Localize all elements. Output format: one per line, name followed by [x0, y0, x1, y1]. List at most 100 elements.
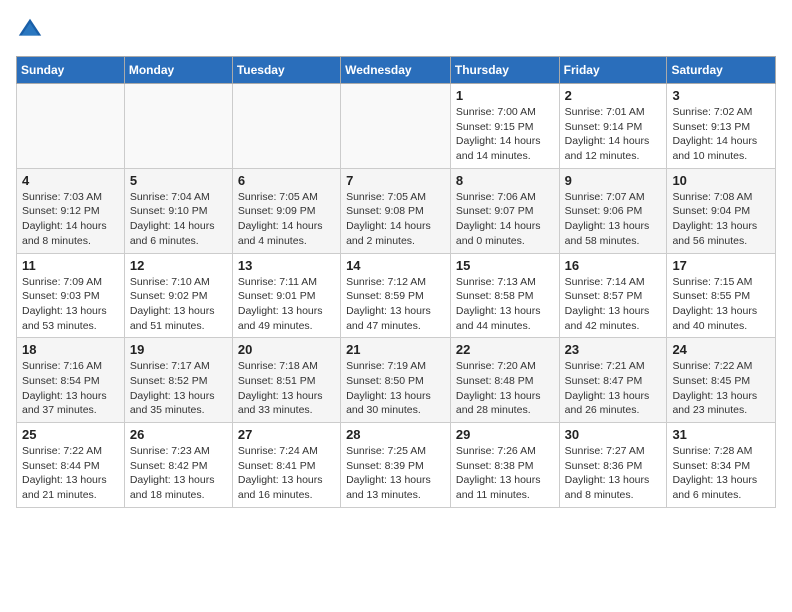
day-number: 23 [565, 342, 662, 357]
logo-icon [16, 16, 44, 44]
day-number: 20 [238, 342, 335, 357]
day-number: 29 [456, 427, 554, 442]
day-cell: 4Sunrise: 7:03 AM Sunset: 9:12 PM Daylig… [17, 168, 125, 253]
day-info: Sunrise: 7:06 AM Sunset: 9:07 PM Dayligh… [456, 190, 554, 249]
column-header-tuesday: Tuesday [232, 57, 340, 84]
day-number: 8 [456, 173, 554, 188]
day-cell [17, 84, 125, 169]
day-cell: 19 Sunrise: 7:17 AM Sunset: 8:52 PM Dayli… [124, 338, 232, 423]
column-header-monday: Monday [124, 57, 232, 84]
day-number: 19 [130, 342, 227, 357]
day-info: Sunrise: 7:20 AM Sunset: 8:48 PM Dayligh… [456, 359, 554, 418]
day-number: 25 [22, 427, 119, 442]
day-number: 9 [565, 173, 662, 188]
week-row-4: 18Sunrise: 7:16 AM Sunset: 8:54 PM Dayli… [17, 338, 776, 423]
day-cell: 31Sunrise: 7:28 AM Sunset: 8:34 PM Dayli… [667, 423, 776, 508]
day-cell: 15 Sunrise: 7:13 AM Sunset: 8:58 PM Dayli… [450, 253, 559, 338]
day-cell: 8 Sunrise: 7:06 AM Sunset: 9:07 PM Daylig… [450, 168, 559, 253]
day-number: 18 [22, 342, 119, 357]
day-cell: 14 Sunrise: 7:12 AM Sunset: 8:59 PM Dayli… [341, 253, 451, 338]
column-header-wednesday: Wednesday [341, 57, 451, 84]
day-number: 2 [565, 88, 662, 103]
week-row-2: 4Sunrise: 7:03 AM Sunset: 9:12 PM Daylig… [17, 168, 776, 253]
day-cell: 6 Sunrise: 7:05 AM Sunset: 9:09 PM Daylig… [232, 168, 340, 253]
logo [16, 16, 48, 44]
day-info: Sunrise: 7:28 AM Sunset: 8:34 PM Dayligh… [672, 444, 770, 503]
day-number: 22 [456, 342, 554, 357]
day-cell: 3Sunrise: 7:02 AM Sunset: 9:13 PM Daylig… [667, 84, 776, 169]
day-info: Sunrise: 7:17 AM Sunset: 8:52 PM Dayligh… [130, 359, 227, 418]
day-info: Sunrise: 7:05 AM Sunset: 9:09 PM Dayligh… [238, 190, 335, 249]
day-cell: 22 Sunrise: 7:20 AM Sunset: 8:48 PM Dayli… [450, 338, 559, 423]
day-cell: 5Sunrise: 7:04 AM Sunset: 9:10 PM Daylig… [124, 168, 232, 253]
day-cell [124, 84, 232, 169]
day-cell: 9 Sunrise: 7:07 AM Sunset: 9:06 PM Daylig… [559, 168, 667, 253]
day-number: 16 [565, 258, 662, 273]
day-number: 5 [130, 173, 227, 188]
column-header-saturday: Saturday [667, 57, 776, 84]
week-row-5: 25 Sunrise: 7:22 AM Sunset: 8:44 PM Dayli… [17, 423, 776, 508]
day-info: Sunrise: 7:22 AM Sunset: 8:45 PM Dayligh… [672, 359, 770, 418]
day-info: Sunrise: 7:00 AM Sunset: 9:15 PM Dayligh… [456, 105, 554, 164]
day-number: 13 [238, 258, 335, 273]
day-number: 10 [672, 173, 770, 188]
day-info: Sunrise: 7:07 AM Sunset: 9:06 PM Dayligh… [565, 190, 662, 249]
column-header-thursday: Thursday [450, 57, 559, 84]
day-number: 30 [565, 427, 662, 442]
day-number: 12 [130, 258, 227, 273]
day-cell: 25 Sunrise: 7:22 AM Sunset: 8:44 PM Dayli… [17, 423, 125, 508]
day-info: Sunrise: 7:22 AM Sunset: 8:44 PM Dayligh… [22, 444, 119, 503]
day-cell: 11 Sunrise: 7:09 AM Sunset: 9:03 PM Dayli… [17, 253, 125, 338]
day-info: Sunrise: 7:25 AM Sunset: 8:39 PM Dayligh… [346, 444, 445, 503]
day-info: Sunrise: 7:24 AM Sunset: 8:41 PM Dayligh… [238, 444, 335, 503]
day-info: Sunrise: 7:12 AM Sunset: 8:59 PM Dayligh… [346, 275, 445, 334]
day-cell: 12 Sunrise: 7:10 AM Sunset: 9:02 PM Dayli… [124, 253, 232, 338]
day-info: Sunrise: 7:11 AM Sunset: 9:01 PM Dayligh… [238, 275, 335, 334]
day-cell: 2 Sunrise: 7:01 AM Sunset: 9:14 PM Daylig… [559, 84, 667, 169]
page-header [16, 16, 776, 44]
day-number: 4 [22, 173, 119, 188]
week-row-3: 11 Sunrise: 7:09 AM Sunset: 9:03 PM Dayli… [17, 253, 776, 338]
day-info: Sunrise: 7:01 AM Sunset: 9:14 PM Dayligh… [565, 105, 662, 164]
day-cell: 24Sunrise: 7:22 AM Sunset: 8:45 PM Dayli… [667, 338, 776, 423]
day-cell: 13 Sunrise: 7:11 AM Sunset: 9:01 PM Dayli… [232, 253, 340, 338]
day-cell [341, 84, 451, 169]
header-row: SundayMondayTuesdayWednesdayThursdayFrid… [17, 57, 776, 84]
day-number: 17 [672, 258, 770, 273]
day-number: 26 [130, 427, 227, 442]
calendar-table: SundayMondayTuesdayWednesdayThursdayFrid… [16, 56, 776, 508]
day-cell: 29Sunrise: 7:26 AM Sunset: 8:38 PM Dayli… [450, 423, 559, 508]
day-info: Sunrise: 7:23 AM Sunset: 8:42 PM Dayligh… [130, 444, 227, 503]
day-number: 27 [238, 427, 335, 442]
day-cell: 23 Sunrise: 7:21 AM Sunset: 8:47 PM Dayli… [559, 338, 667, 423]
day-number: 28 [346, 427, 445, 442]
day-cell: 10 Sunrise: 7:08 AM Sunset: 9:04 PM Dayli… [667, 168, 776, 253]
day-info: Sunrise: 7:19 AM Sunset: 8:50 PM Dayligh… [346, 359, 445, 418]
day-info: Sunrise: 7:21 AM Sunset: 8:47 PM Dayligh… [565, 359, 662, 418]
day-info: Sunrise: 7:27 AM Sunset: 8:36 PM Dayligh… [565, 444, 662, 503]
day-info: Sunrise: 7:14 AM Sunset: 8:57 PM Dayligh… [565, 275, 662, 334]
day-number: 11 [22, 258, 119, 273]
day-cell [232, 84, 340, 169]
week-row-1: 1 Sunrise: 7:00 AM Sunset: 9:15 PM Daylig… [17, 84, 776, 169]
day-number: 1 [456, 88, 554, 103]
day-cell: 16 Sunrise: 7:14 AM Sunset: 8:57 PM Dayli… [559, 253, 667, 338]
day-info: Sunrise: 7:09 AM Sunset: 9:03 PM Dayligh… [22, 275, 119, 334]
day-number: 14 [346, 258, 445, 273]
day-info: Sunrise: 7:10 AM Sunset: 9:02 PM Dayligh… [130, 275, 227, 334]
day-info: Sunrise: 7:13 AM Sunset: 8:58 PM Dayligh… [456, 275, 554, 334]
day-cell: 7 Sunrise: 7:05 AM Sunset: 9:08 PM Daylig… [341, 168, 451, 253]
day-info: Sunrise: 7:08 AM Sunset: 9:04 PM Dayligh… [672, 190, 770, 249]
day-number: 21 [346, 342, 445, 357]
day-info: Sunrise: 7:02 AM Sunset: 9:13 PM Dayligh… [672, 105, 770, 164]
day-cell: 1 Sunrise: 7:00 AM Sunset: 9:15 PM Daylig… [450, 84, 559, 169]
column-header-sunday: Sunday [17, 57, 125, 84]
day-number: 6 [238, 173, 335, 188]
day-cell: 17 Sunrise: 7:15 AM Sunset: 8:55 PM Dayli… [667, 253, 776, 338]
day-cell: 20Sunrise: 7:18 AM Sunset: 8:51 PM Dayli… [232, 338, 340, 423]
day-number: 15 [456, 258, 554, 273]
day-info: Sunrise: 7:15 AM Sunset: 8:55 PM Dayligh… [672, 275, 770, 334]
day-number: 7 [346, 173, 445, 188]
day-info: Sunrise: 7:05 AM Sunset: 9:08 PM Dayligh… [346, 190, 445, 249]
day-cell: 18Sunrise: 7:16 AM Sunset: 8:54 PM Dayli… [17, 338, 125, 423]
